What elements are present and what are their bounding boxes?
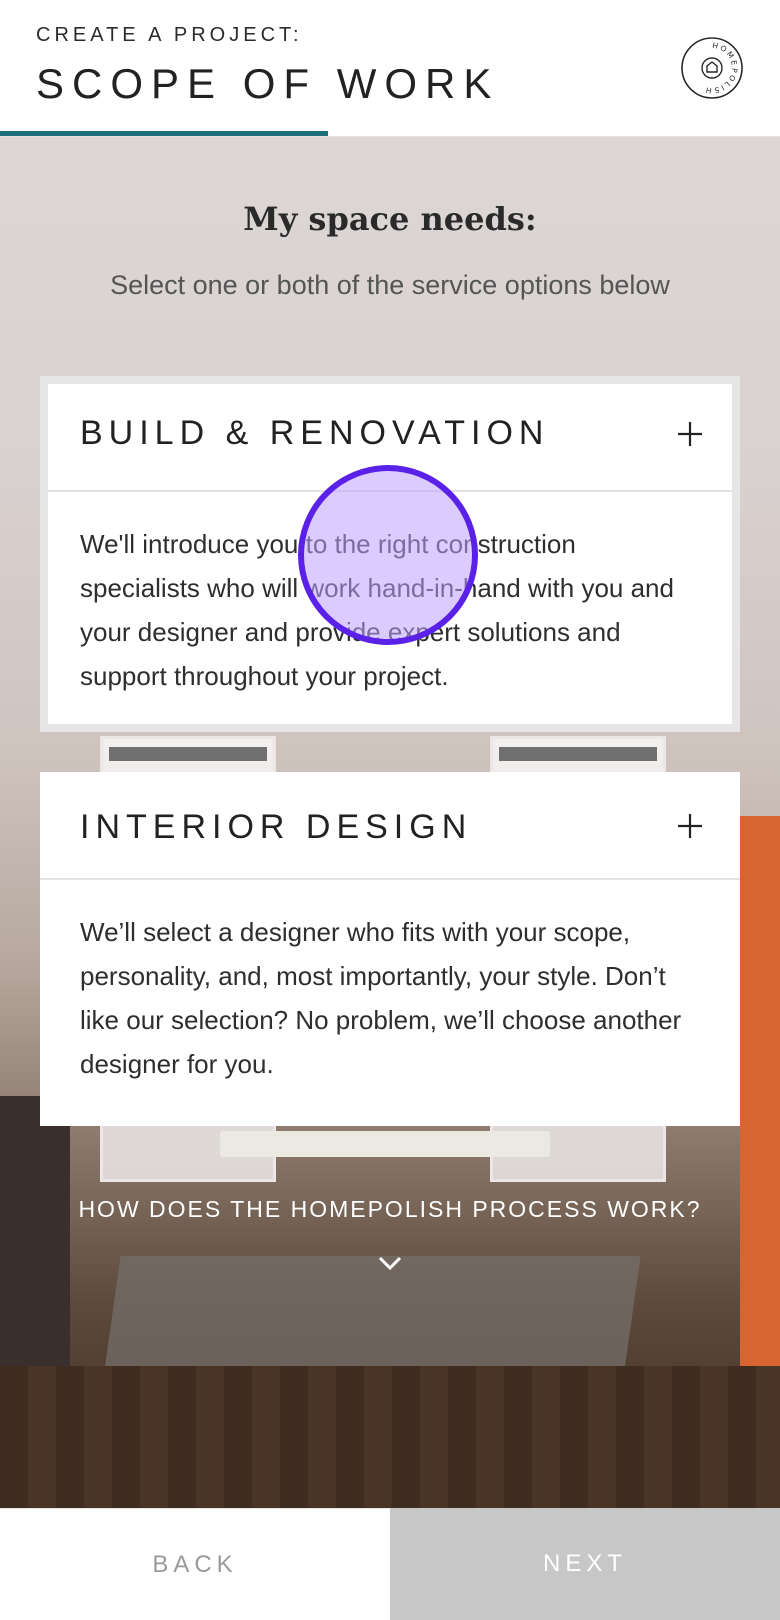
background-table bbox=[220, 1131, 550, 1157]
header-eyebrow: CREATE A PROJECT: bbox=[36, 24, 303, 46]
header: CREATE A PROJECT: SCOPE OF WORK HOMEPOLI… bbox=[0, 0, 780, 137]
background-floor bbox=[0, 1366, 780, 1508]
homepolish-logo[interactable]: HOMEPOLISH bbox=[680, 36, 744, 100]
option-card-interior-design[interactable]: INTERIOR DESIGN We’ll select a designer … bbox=[40, 772, 740, 1126]
process-info-link[interactable]: HOW DOES THE HOMEPOLISH PROCESS WORK? bbox=[0, 1196, 780, 1223]
plus-icon[interactable] bbox=[676, 420, 704, 448]
footer-nav: BACK NEXT bbox=[0, 1508, 780, 1620]
svg-text:HOMEPOLISH: HOMEPOLISH bbox=[703, 41, 739, 95]
option-description: We’ll select a designer who fits with yo… bbox=[80, 917, 682, 1079]
option-title: INTERIOR DESIGN bbox=[80, 808, 473, 846]
option-title: BUILD & RENOVATION bbox=[80, 414, 550, 452]
next-button[interactable]: NEXT bbox=[390, 1508, 780, 1620]
page-title: SCOPE OF WORK bbox=[36, 60, 500, 107]
intro-subtitle: Select one or both of the service option… bbox=[110, 270, 670, 300]
back-button[interactable]: BACK bbox=[0, 1508, 390, 1620]
logo-text: HOMEPOLISH bbox=[703, 41, 737, 95]
option-card-header[interactable]: INTERIOR DESIGN bbox=[40, 772, 740, 880]
background-cabinet bbox=[740, 816, 780, 1436]
chevron-down-icon[interactable] bbox=[378, 1255, 402, 1271]
tap-indicator bbox=[298, 465, 478, 645]
plus-icon[interactable] bbox=[676, 812, 704, 840]
intro-title: My space needs: bbox=[243, 200, 537, 238]
progress-bar bbox=[0, 131, 328, 136]
